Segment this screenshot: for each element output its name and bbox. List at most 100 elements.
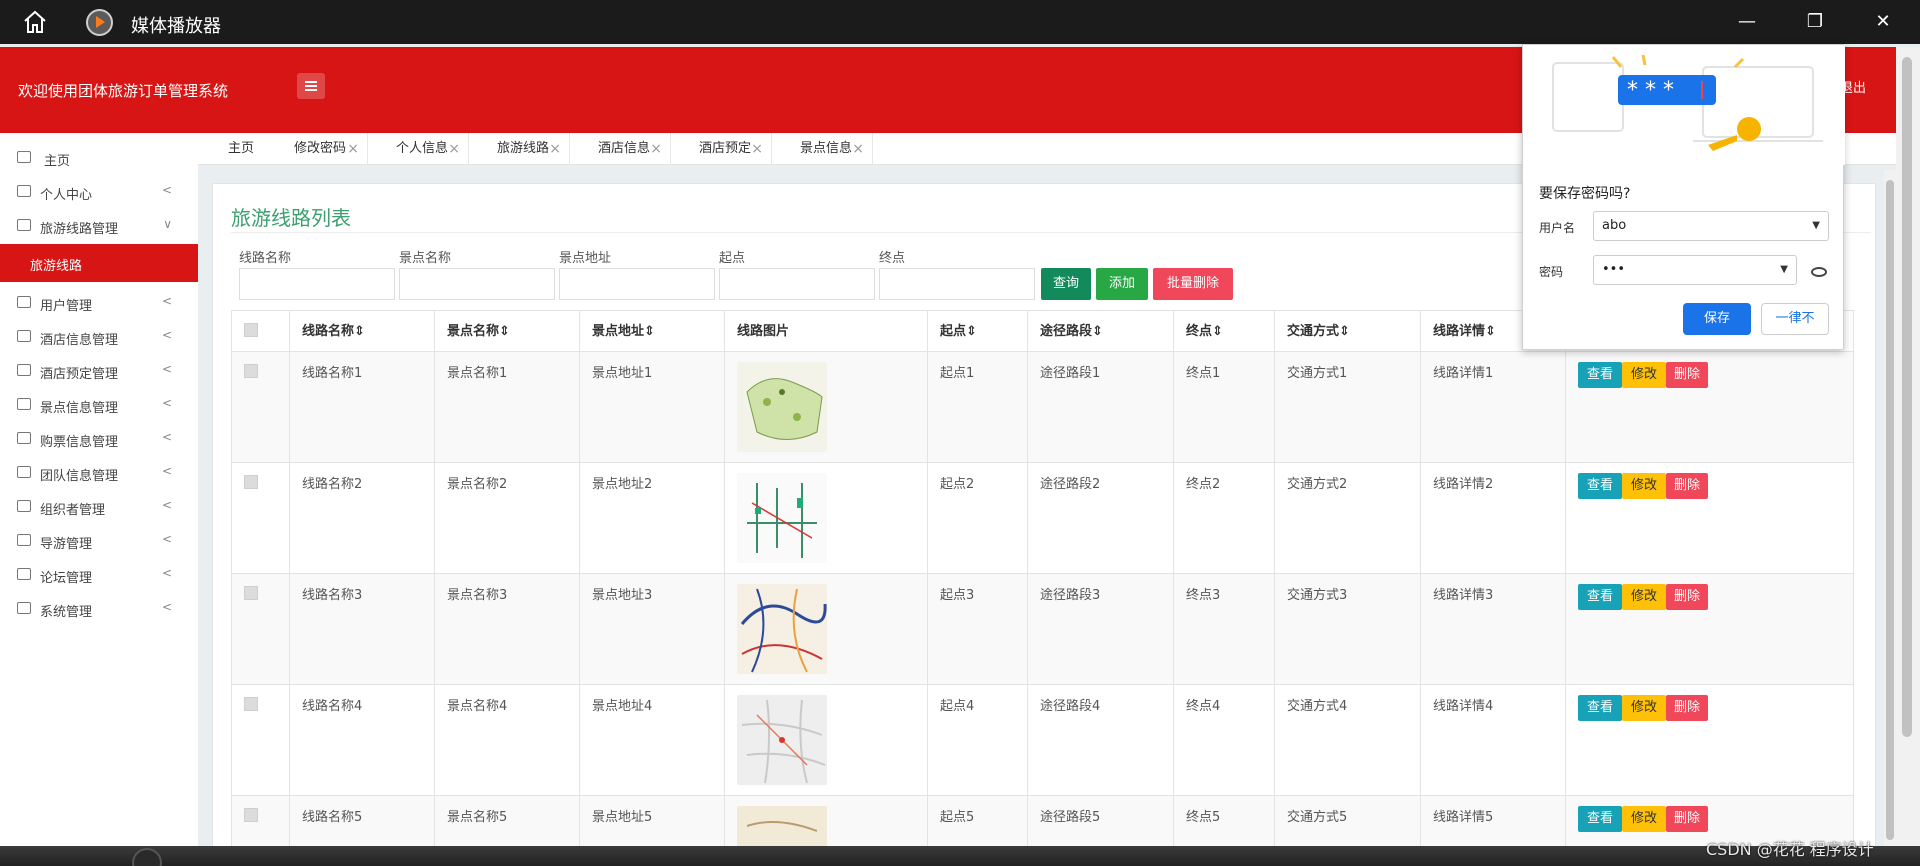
tab-routes[interactable]: 旅游线路 × — [469, 133, 570, 165]
route-map-thumbnail[interactable] — [737, 473, 827, 563]
route-map-thumbnail[interactable] — [737, 362, 827, 452]
column-header-label: 起点 — [940, 324, 967, 339]
edit-button[interactable]: 修改 — [1622, 806, 1666, 832]
start-input[interactable] — [719, 268, 875, 300]
view-button[interactable]: 查看 — [1578, 695, 1622, 721]
view-button[interactable]: 查看 — [1578, 584, 1622, 610]
row-checkbox[interactable] — [244, 475, 258, 489]
close-tab-icon[interactable]: × — [751, 133, 763, 165]
filter-label-spot-name: 景点名称 — [399, 251, 452, 266]
chevron-left-icon: < — [161, 183, 172, 197]
close-tab-icon[interactable]: × — [650, 133, 662, 165]
row-select-cell — [232, 685, 290, 795]
tab-label: 修改密码 — [294, 141, 347, 156]
sidebar-item-team-info[interactable]: 团队信息管理 < — [0, 456, 198, 490]
tab-hotel-info[interactable]: 酒店信息 × — [570, 133, 671, 165]
user-icon — [17, 219, 31, 231]
menu-toggle-button[interactable] — [297, 73, 325, 99]
add-button[interactable]: 添加 — [1096, 268, 1148, 300]
tab-change-password[interactable]: 修改密码 × — [266, 133, 368, 165]
tab-personal-info[interactable]: 个人信息 × — [368, 133, 469, 165]
route-map-thumbnail[interactable] — [737, 695, 827, 785]
scrollbar-thumb[interactable] — [1902, 57, 1912, 737]
cell-end: 终点2 — [1174, 463, 1275, 573]
row-checkbox[interactable] — [244, 808, 258, 822]
table-row: 线路名称3 景点名称3 景点地址3 起点3 途径路段3 终点3 交通方式3 线路… — [231, 574, 1854, 685]
sidebar-item-guides[interactable]: 导游管理 < — [0, 524, 198, 558]
username-field[interactable]: abo ▼ — [1593, 211, 1829, 241]
close-tab-icon[interactable]: × — [347, 133, 359, 165]
delete-button[interactable]: 删除 — [1666, 473, 1708, 499]
tab-label: 个人信息 — [396, 141, 449, 156]
sidebar-item-ticket-info[interactable]: 购票信息管理 < — [0, 422, 198, 456]
edit-button[interactable]: 修改 — [1622, 584, 1666, 610]
content-scrollbar[interactable] — [1884, 170, 1896, 850]
cell-start: 起点2 — [928, 463, 1028, 573]
tab-hotel-booking[interactable]: 酒店预定 × — [671, 133, 772, 165]
play-button[interactable] — [132, 848, 162, 866]
sidebar-item-route-management[interactable]: 旅游线路管理 ∨ — [0, 209, 198, 243]
end-input[interactable] — [879, 268, 1035, 300]
col-route-name[interactable]: 线路名称⇕ — [290, 311, 435, 353]
close-tab-icon[interactable]: × — [549, 133, 561, 165]
window-scrollbar[interactable] — [1896, 47, 1920, 847]
delete-button[interactable]: 删除 — [1666, 362, 1708, 388]
minimize-button[interactable]: — — [1732, 8, 1762, 36]
spot-name-input[interactable] — [399, 268, 555, 300]
sidebar-item-label: 团队信息管理 — [40, 469, 119, 484]
restore-button[interactable]: ❐ — [1800, 8, 1830, 36]
query-button[interactable]: 查询 — [1041, 268, 1091, 300]
delete-button[interactable]: 删除 — [1666, 584, 1708, 610]
close-tab-icon[interactable]: × — [448, 133, 460, 165]
route-name-input[interactable] — [239, 268, 395, 300]
sidebar-item-system[interactable]: 系统管理 < — [0, 592, 198, 626]
password-field[interactable]: ••• ▼ — [1593, 255, 1797, 285]
scrollbar-thumb[interactable] — [1886, 180, 1894, 840]
delete-button[interactable]: 删除 — [1666, 695, 1708, 721]
edit-button[interactable]: 修改 — [1622, 362, 1666, 388]
spot-address-input[interactable] — [559, 268, 715, 300]
row-checkbox[interactable] — [244, 586, 258, 600]
close-tab-icon[interactable]: × — [852, 133, 864, 165]
col-via[interactable]: 途径路段⇕ — [1028, 311, 1174, 353]
username-label: 用户名 — [1539, 221, 1576, 235]
sidebar-item-personal-center[interactable]: 个人中心 < — [0, 175, 198, 209]
row-checkbox[interactable] — [244, 697, 258, 711]
edit-button[interactable]: 修改 — [1622, 695, 1666, 721]
home-icon[interactable] — [22, 10, 48, 34]
sidebar-item-users[interactable]: 用户管理 < — [0, 286, 198, 320]
col-end[interactable]: 终点⇕ — [1174, 311, 1275, 353]
sidebar-item-hotel-booking[interactable]: 酒店预定管理 < — [0, 354, 198, 388]
view-button[interactable]: 查看 — [1578, 473, 1622, 499]
save-password-button[interactable]: 保存 — [1683, 303, 1751, 335]
never-save-button[interactable]: 一律不 — [1761, 303, 1829, 335]
column-header-label: 途径路段 — [1040, 324, 1093, 339]
sidebar-item-organizers[interactable]: 组织者管理 < — [0, 490, 198, 524]
delete-button[interactable]: 删除 — [1666, 806, 1708, 832]
sidebar-item-spot-info[interactable]: 景点信息管理 < — [0, 388, 198, 422]
user-icon — [17, 398, 31, 410]
sidebar-item-hotel-info[interactable]: 酒店信息管理 < — [0, 320, 198, 354]
edit-button[interactable]: 修改 — [1622, 473, 1666, 499]
chevron-left-icon: < — [161, 328, 172, 342]
cell-actions: 查看 修改 删除 — [1566, 463, 1854, 573]
view-button[interactable]: 查看 — [1578, 362, 1622, 388]
tab-spot-info[interactable]: 景点信息 × — [772, 133, 873, 165]
sidebar-item-home[interactable]: 主页 — [0, 141, 198, 175]
row-select-cell — [232, 574, 290, 684]
show-password-eye-icon[interactable] — [1811, 267, 1827, 277]
close-button[interactable]: ✕ — [1868, 8, 1898, 36]
view-button[interactable]: 查看 — [1578, 806, 1622, 832]
row-checkbox[interactable] — [244, 364, 258, 378]
col-transport[interactable]: 交通方式⇕ — [1275, 311, 1421, 353]
col-spot-address[interactable]: 景点地址⇕ — [580, 311, 725, 353]
col-spot-name[interactable]: 景点名称⇕ — [435, 311, 580, 353]
row-select-cell — [232, 463, 290, 573]
batch-delete-button[interactable]: 批量删除 — [1153, 268, 1233, 300]
sidebar-item-forum[interactable]: 论坛管理 < — [0, 558, 198, 592]
select-all-checkbox[interactable] — [244, 323, 258, 337]
col-start[interactable]: 起点⇕ — [928, 311, 1028, 353]
cell-actions: 查看 修改 删除 — [1566, 352, 1854, 462]
sidebar-subitem-routes[interactable]: 旅游线路 — [0, 244, 198, 282]
route-map-thumbnail[interactable] — [737, 584, 827, 674]
